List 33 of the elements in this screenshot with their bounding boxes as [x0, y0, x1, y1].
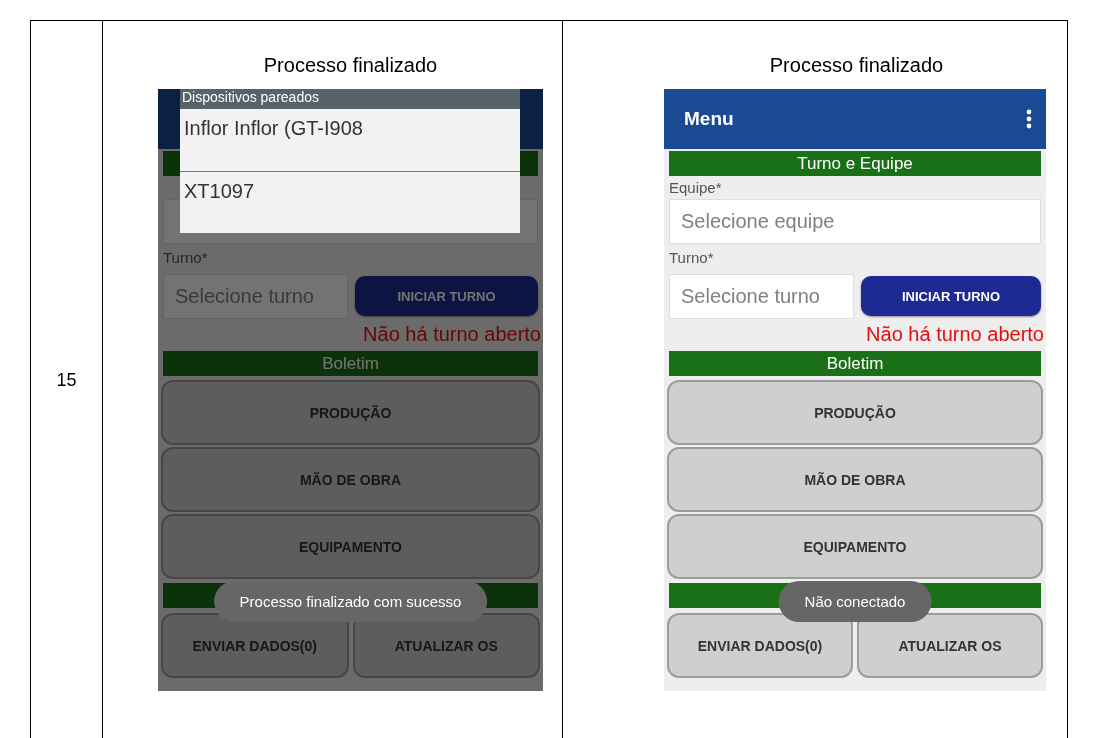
section-header: Boletim — [669, 351, 1041, 376]
start-shift-button[interactable]: INICIAR TURNO — [355, 276, 538, 316]
device-list-item[interactable]: Inflor Inflor (GT-I908 — [180, 109, 520, 171]
team-select-field[interactable]: Selecione equipe — [669, 199, 1041, 244]
section-header: Boletim — [163, 351, 538, 376]
app-bar-title: Menu — [684, 108, 734, 130]
caption: Processo finalizado — [262, 54, 439, 78]
field-label: Turno* — [162, 248, 209, 268]
dialog-title: Dispositivos pareados — [180, 89, 520, 109]
footer-button[interactable]: ENVIAR DADOS(0) — [667, 613, 853, 678]
toast-message: Não conectado — [778, 581, 932, 622]
status-message: Não há turno aberto — [865, 323, 1045, 347]
footer-button[interactable]: ATUALIZAR OS — [857, 613, 1043, 678]
shift-select-field[interactable]: Selecione turno — [163, 273, 348, 319]
menu-button[interactable]: MÃO DE OBRA — [667, 447, 1043, 512]
footer-button[interactable]: ATUALIZAR OS — [352, 613, 540, 678]
field-label: Turno* — [668, 248, 715, 268]
menu-button[interactable]: PRODUÇÃO — [667, 380, 1043, 445]
shift-select-field[interactable]: Selecione turno — [669, 273, 854, 319]
status-message: Não há turno aberto — [362, 323, 542, 347]
menu-button[interactable]: MÃO DE OBRA — [161, 447, 540, 512]
device-list-item[interactable]: XT1097 — [180, 171, 520, 233]
menu-button[interactable]: PRODUÇÃO — [161, 380, 540, 445]
caption: Processo finalizado — [768, 54, 945, 78]
toast-message: Processo finalizado com sucesso — [213, 581, 488, 622]
more-menu-icon[interactable] — [1026, 109, 1032, 129]
row-number: 15 — [56, 369, 77, 391]
field-label: Equipe* — [668, 178, 723, 198]
section-header: Turno e Equipe — [669, 151, 1041, 176]
footer-button[interactable]: ENVIAR DADOS(0) — [161, 613, 349, 678]
start-shift-button[interactable]: INICIAR TURNO — [861, 276, 1041, 316]
menu-button[interactable]: EQUIPAMENTO — [161, 514, 540, 579]
menu-button[interactable]: EQUIPAMENTO — [667, 514, 1043, 579]
